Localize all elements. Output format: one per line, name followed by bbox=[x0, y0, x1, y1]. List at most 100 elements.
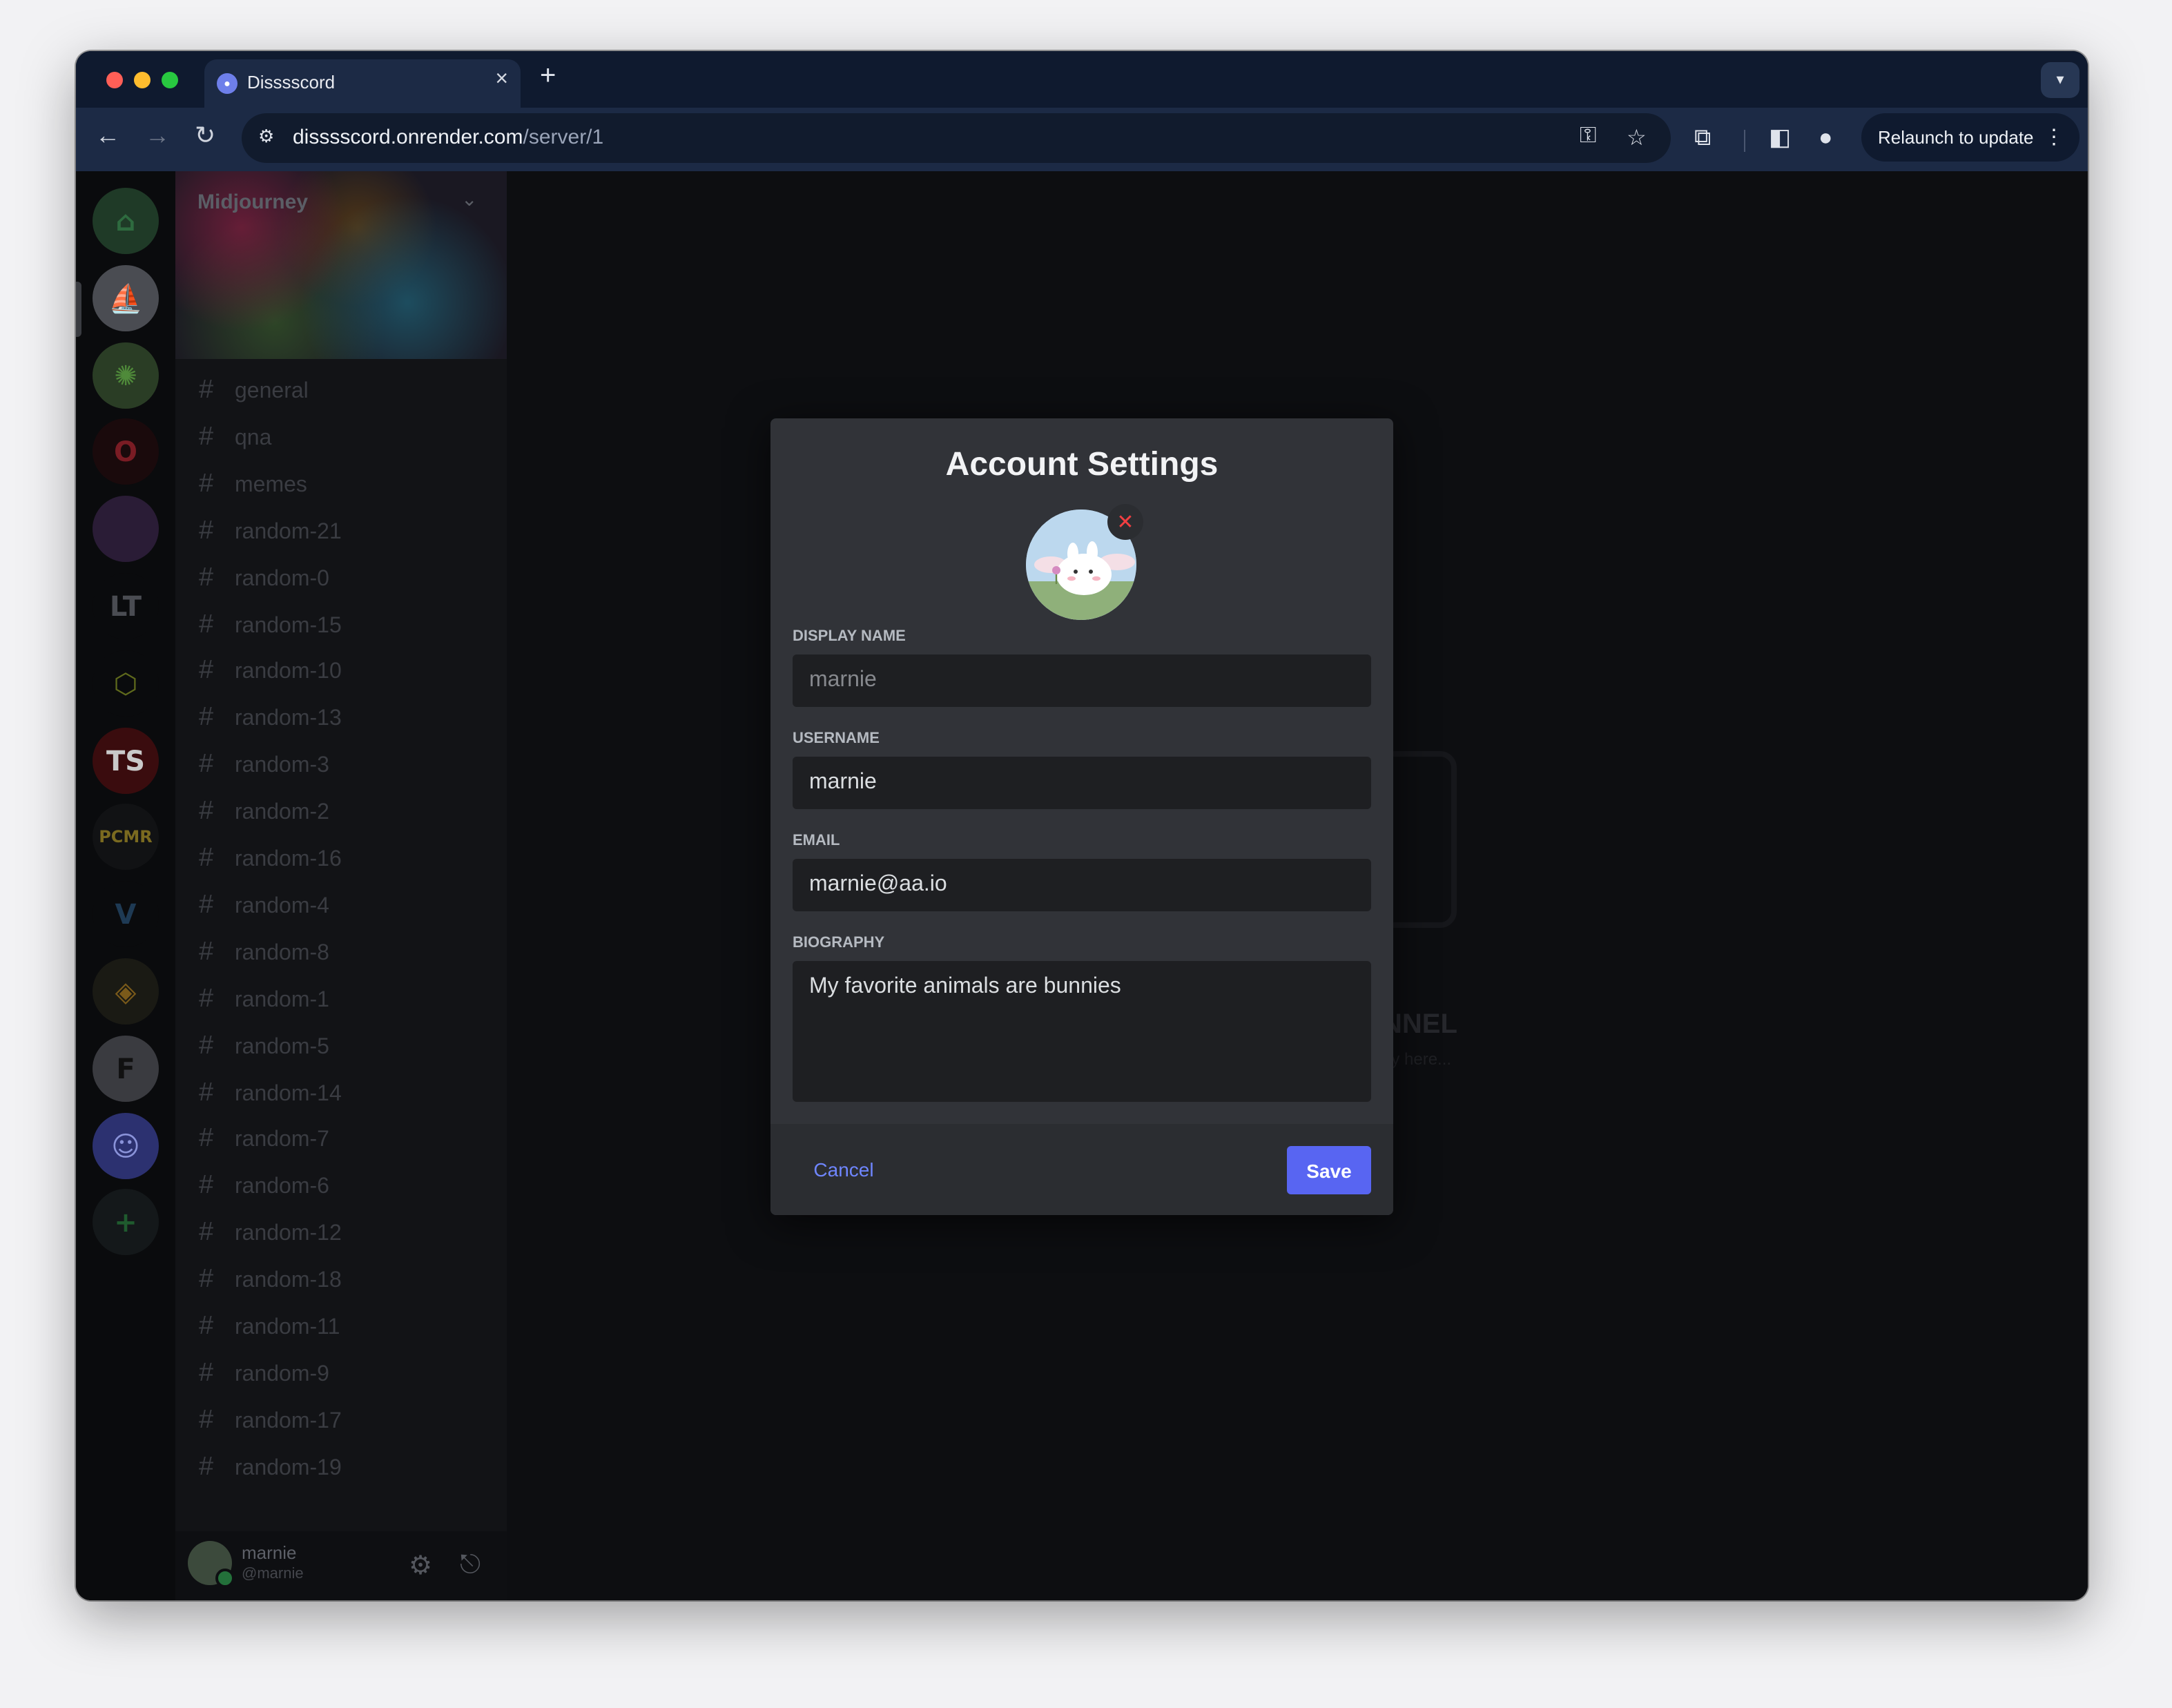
channel-item[interactable]: # random-7 bbox=[199, 1125, 329, 1158]
channel-item[interactable]: # qna bbox=[199, 423, 271, 456]
site-settings-icon[interactable]: ⚙ bbox=[258, 126, 274, 148]
channel-item[interactable]: # memes bbox=[199, 469, 307, 503]
channel-name: random-0 bbox=[235, 567, 329, 591]
server-gradient[interactable] bbox=[93, 496, 159, 563]
server-lt[interactable]: LT bbox=[93, 573, 159, 639]
channel-item[interactable]: # random-6 bbox=[199, 1172, 329, 1205]
channel-name: random-12 bbox=[235, 1222, 342, 1246]
close-tab-icon[interactable]: × bbox=[495, 68, 508, 93]
server-cube[interactable]: ⬡ bbox=[93, 650, 159, 717]
server-green[interactable]: ✺ bbox=[93, 342, 159, 409]
channel-item[interactable]: # random-19 bbox=[199, 1452, 342, 1485]
channel-item[interactable]: # random-8 bbox=[199, 938, 329, 971]
username-label: USERNAME bbox=[793, 730, 880, 747]
forward-arrow-icon[interactable]: → bbox=[145, 122, 170, 151]
channel-name: random-17 bbox=[235, 1409, 342, 1433]
back-arrow-icon[interactable]: ← bbox=[95, 122, 120, 151]
server-f[interactable]: F bbox=[93, 1035, 159, 1102]
extensions-puzzle-icon[interactable]: ⧉ bbox=[1694, 124, 1711, 152]
side-panel-icon[interactable]: ◧ bbox=[1769, 124, 1791, 152]
channel-item[interactable]: # random-13 bbox=[199, 703, 342, 737]
server-banner: Midjourney ⌄ bbox=[175, 171, 507, 359]
chevron-down-icon[interactable]: ⌄ bbox=[461, 188, 477, 211]
hash-icon: # bbox=[199, 890, 214, 920]
channel-item[interactable]: # random-3 bbox=[199, 750, 329, 783]
cancel-button[interactable]: Cancel bbox=[793, 1146, 895, 1193]
channel-name: random-13 bbox=[235, 707, 342, 731]
channel-item[interactable]: # random-4 bbox=[199, 891, 329, 924]
profile-icon[interactable]: ● bbox=[1819, 124, 1833, 152]
maximize-window-button[interactable] bbox=[162, 72, 178, 88]
online-status-indicator bbox=[215, 1569, 235, 1588]
gear-icon[interactable]: ⚙ bbox=[409, 1551, 432, 1582]
remove-avatar-button[interactable]: ✕ bbox=[1107, 504, 1143, 540]
url-text[interactable]: disssscord.onrender.com/server/1 bbox=[293, 126, 603, 149]
username-field[interactable] bbox=[793, 757, 1371, 809]
server-discord[interactable]: ☺ bbox=[93, 1112, 159, 1179]
channel-item[interactable]: # random-9 bbox=[199, 1359, 329, 1392]
channel-name: random-18 bbox=[235, 1269, 342, 1293]
channel-item[interactable]: # random-12 bbox=[199, 1218, 342, 1251]
channel-name: random-9 bbox=[235, 1362, 329, 1386]
server-v[interactable]: V bbox=[93, 881, 159, 948]
hash-icon: # bbox=[199, 656, 214, 686]
minimize-window-button[interactable] bbox=[134, 72, 151, 88]
empty-state-title: NNEL bbox=[1382, 1009, 1457, 1040]
user-handle: @marnie bbox=[242, 1566, 304, 1582]
channel-name: random-1 bbox=[235, 988, 329, 1012]
server-name[interactable]: Midjourney bbox=[197, 191, 308, 214]
biography-field[interactable]: My favorite animals are bunnies bbox=[793, 961, 1371, 1102]
channel-name: random-4 bbox=[235, 894, 329, 918]
channel-item[interactable]: # random-16 bbox=[199, 844, 342, 877]
hash-icon: # bbox=[199, 1265, 214, 1294]
tab-search-chevron-icon[interactable]: ▾ bbox=[2041, 62, 2079, 98]
hash-icon: # bbox=[199, 797, 214, 826]
more-menu-icon[interactable]: ⋮ bbox=[2044, 124, 2064, 149]
hash-icon: # bbox=[199, 1312, 214, 1341]
server-pcmr[interactable]: PCMR bbox=[93, 804, 159, 871]
hash-icon: # bbox=[199, 376, 214, 405]
tab-bar: ● Disssscord × + ▾ bbox=[76, 51, 2088, 108]
channel-name: random-16 bbox=[235, 848, 342, 871]
add-server-icon[interactable]: + bbox=[93, 1189, 159, 1256]
server-opera[interactable]: O bbox=[93, 418, 159, 485]
channel-item[interactable]: # general bbox=[199, 376, 309, 409]
server-ts[interactable]: TS bbox=[93, 727, 159, 794]
home-icon[interactable]: ⌂ bbox=[93, 188, 159, 254]
channel-item[interactable]: # random-14 bbox=[199, 1078, 342, 1111]
tab-title: Disssscord bbox=[247, 72, 336, 93]
display-name-field[interactable] bbox=[793, 654, 1371, 707]
address-bar[interactable]: ⚙ disssscord.onrender.com/server/1 ⚿ ☆ bbox=[242, 113, 1671, 163]
channel-item[interactable]: # random-5 bbox=[199, 1031, 329, 1064]
hash-icon: # bbox=[199, 1031, 214, 1060]
server-bnb[interactable]: ◈ bbox=[93, 958, 159, 1025]
user-display-name: marnie bbox=[242, 1542, 297, 1563]
browser-tab[interactable]: ● Disssscord × bbox=[204, 59, 521, 108]
channel-name: random-6 bbox=[235, 1175, 329, 1199]
reload-icon[interactable]: ↻ bbox=[195, 122, 215, 151]
new-tab-icon[interactable]: + bbox=[540, 61, 556, 93]
hash-icon: # bbox=[199, 1452, 214, 1482]
server-midjourney[interactable]: ⛵ bbox=[93, 264, 159, 331]
bookmark-star-icon[interactable]: ☆ bbox=[1627, 124, 1647, 152]
password-key-icon[interactable]: ⚿ bbox=[1580, 124, 1596, 149]
channel-item[interactable]: # random-0 bbox=[199, 563, 329, 596]
save-button[interactable]: Save bbox=[1287, 1146, 1371, 1194]
email-field[interactable] bbox=[793, 859, 1371, 911]
channel-name: general bbox=[235, 380, 309, 403]
channel-item[interactable]: # random-18 bbox=[199, 1265, 342, 1298]
channel-item[interactable]: # random-1 bbox=[199, 984, 329, 1017]
channel-item[interactable]: # random-10 bbox=[199, 657, 342, 690]
channel-item[interactable]: # random-2 bbox=[199, 797, 329, 830]
hash-icon: # bbox=[199, 563, 214, 592]
channel-item[interactable]: # random-17 bbox=[199, 1406, 342, 1439]
close-window-button[interactable] bbox=[106, 72, 123, 88]
channel-item[interactable]: # random-11 bbox=[199, 1312, 340, 1345]
logout-icon[interactable]: ⎋ bbox=[460, 1551, 481, 1581]
channel-item[interactable]: # random-15 bbox=[199, 610, 342, 643]
hash-icon: # bbox=[199, 984, 214, 1013]
channel-item[interactable]: # random-21 bbox=[199, 516, 342, 549]
hash-icon: # bbox=[199, 1218, 214, 1248]
relaunch-button[interactable]: Relaunch to update ⋮ bbox=[1861, 113, 2079, 162]
hash-icon: # bbox=[199, 1124, 214, 1154]
